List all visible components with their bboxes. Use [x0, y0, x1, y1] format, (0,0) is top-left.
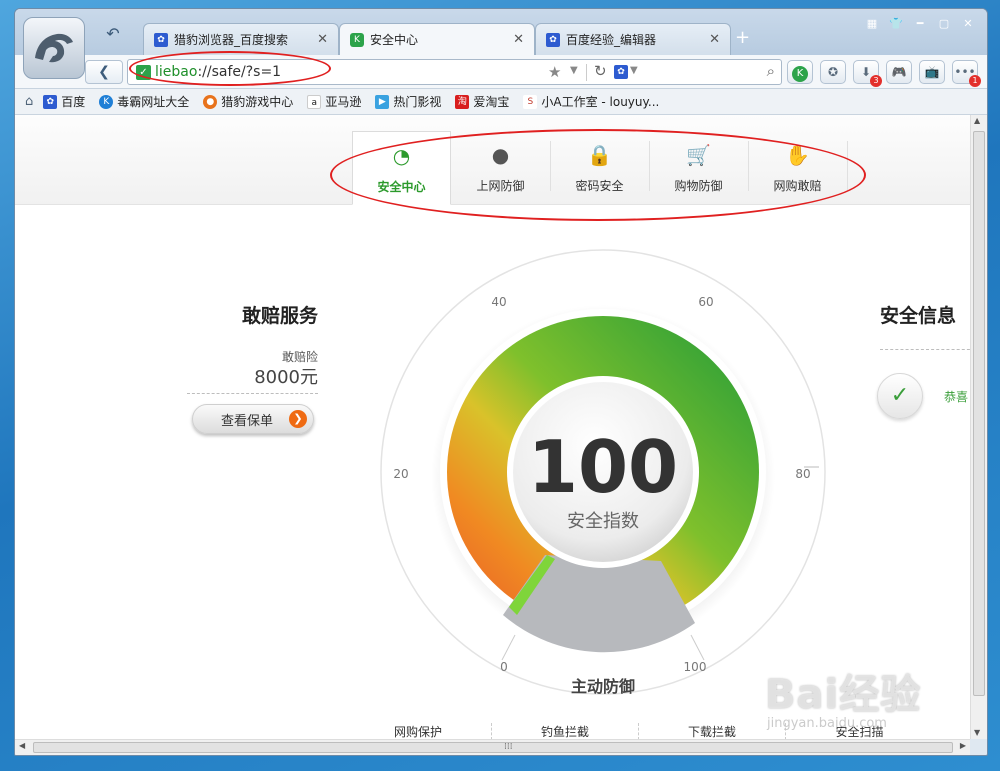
chevron-down-icon[interactable]: ▼ — [630, 65, 638, 76]
home-icon[interactable]: ⌂ — [25, 94, 33, 109]
k-shield-icon: K — [792, 66, 808, 82]
game-button[interactable]: 🎮 — [886, 60, 912, 84]
bookmark-label: 热门影视 — [393, 95, 442, 109]
score-caption: 安全指数 — [567, 511, 639, 532]
menu-badge: 1 — [969, 75, 981, 87]
active-defense-label[interactable]: 主动防御 — [571, 677, 635, 696]
bookmark-label: 毒霸网址大全 — [117, 95, 190, 109]
browser-window: ↶ ✿ 猎豹浏览器_百度搜索 ✕ K 安全中心 ✕ ✿ 百度经验_编辑器 ✕ +… — [14, 8, 988, 756]
tab-baidu-jingyan[interactable]: ✿ 百度经验_编辑器 ✕ — [535, 23, 731, 55]
link-phishing-block[interactable]: 钓鱼拦截 — [492, 723, 639, 739]
baidu-paw-icon: ✿ — [43, 94, 58, 109]
link-shopping-protection[interactable]: 网购保护 — [345, 723, 492, 739]
bookmark-label: 小A工作室 - louyuy... — [541, 95, 660, 109]
tv-button[interactable]: 📺 — [919, 60, 945, 84]
download-button[interactable]: ⬇ 3 — [853, 60, 882, 87]
maximize-button[interactable]: ▢ — [933, 15, 955, 33]
tick-mark — [690, 634, 705, 661]
scroll-up-icon[interactable]: ▲ — [974, 116, 980, 125]
scroll-right-icon[interactable]: ▶ — [960, 741, 966, 750]
tab-label: 猎豹浏览器_百度搜索 — [174, 33, 289, 47]
tab-label: 安全中心 — [370, 33, 419, 47]
security-k-button[interactable]: K — [787, 60, 813, 84]
scroll-thumb[interactable]: ⁞⁞⁞ — [33, 742, 953, 753]
bookmark-item[interactable]: a 亚马逊 — [307, 93, 361, 110]
tick-label: 0 — [500, 660, 508, 674]
close-tab-icon[interactable]: ✕ — [709, 32, 720, 47]
baidu-paw-icon: ✿ — [546, 32, 560, 47]
security-info-message: 恭喜 — [944, 390, 969, 404]
amazon-icon: a — [307, 94, 322, 109]
grid-menu-icon[interactable]: ▦ — [861, 15, 883, 33]
liebao-logo[interactable] — [23, 17, 85, 79]
vertical-scrollbar[interactable]: ▲ ▼ — [970, 115, 987, 739]
chevron-down-icon[interactable]: ▼ — [570, 65, 578, 76]
bookmark-item[interactable]: ▶ 热门影视 — [375, 93, 441, 110]
tab-label: 百度经验_编辑器 — [566, 33, 657, 47]
bookmark-item[interactable]: ● 猎豹游戏中心 — [203, 93, 293, 110]
search-icon[interactable]: ⌕ — [767, 62, 775, 80]
skin-shirt-icon[interactable]: 👕 — [885, 15, 907, 33]
new-tab-button[interactable]: + — [735, 27, 750, 48]
window-controls: ▦ 👕 ━ ▢ ✕ — [861, 15, 979, 33]
bookmark-item[interactable]: ✿ 百度 — [43, 93, 85, 110]
tick-label: 60 — [698, 295, 713, 309]
bookmark-label: 百度 — [61, 95, 86, 109]
tick-label: 80 — [795, 467, 810, 481]
undo-close-tab-icon[interactable]: ↶ — [95, 21, 131, 47]
check-icon: ✓ — [877, 373, 923, 419]
back-button[interactable]: ❮ — [85, 60, 123, 84]
close-tab-icon[interactable]: ✕ — [317, 32, 328, 47]
bookmark-star-icon[interactable]: ★ — [548, 63, 561, 81]
security-score: 100 — [528, 425, 678, 509]
minimize-button[interactable]: ━ — [909, 15, 931, 33]
tick-label: 100 — [684, 660, 707, 674]
scroll-down-icon[interactable]: ▼ — [974, 728, 980, 737]
link-download-block[interactable]: 下载拦截 — [639, 723, 786, 739]
link-security-scan[interactable]: 安全扫描 — [786, 723, 933, 739]
bookmark-label: 亚马逊 — [325, 95, 362, 109]
horizontal-scrollbar[interactable]: ◀ ⁞⁞⁞ ▶ — [15, 739, 970, 755]
tab-security-center[interactable]: K 安全中心 ✕ — [339, 23, 535, 55]
search-engine-baidu-icon[interactable]: ✿ — [614, 65, 628, 79]
game-center-icon: ● — [203, 94, 218, 109]
video-play-icon: ▶ — [375, 94, 390, 109]
scroll-thumb[interactable] — [973, 131, 985, 696]
bookmark-item[interactable]: S 小A工作室 - louyuy... — [523, 93, 659, 110]
feature-links: 网购保护 钓鱼拦截 下载拦截 安全扫描 — [345, 723, 933, 739]
bookmark-item[interactable]: K 毒霸网址大全 — [99, 93, 189, 110]
security-info-title: 安全信息 — [880, 305, 957, 327]
favorites-button[interactable]: ✪ — [820, 60, 846, 84]
refresh-icon[interactable]: ↻ — [594, 62, 607, 80]
close-window-button[interactable]: ✕ — [957, 15, 979, 33]
bookmarks-bar: ⌂ ✿ 百度 K 毒霸网址大全 ● 猎豹游戏中心 a 亚马逊 ▶ 热门影视 淘爱淘宝 S小… — [15, 89, 987, 115]
page-viewport: ◔ 安全中心 ● 上网防御 🔒 密码安全 🛒 购物防御 ✋ 网购敢赔 敢赔服务 … — [15, 115, 970, 739]
bookmark-label: 爱淘宝 — [473, 95, 510, 109]
red-highlight-oval — [129, 51, 331, 86]
tv-icon: 📺 — [924, 65, 940, 79]
grip-icon: ⁞⁞⁞ — [504, 742, 513, 752]
title-bar: ↶ ✿ 猎豹浏览器_百度搜索 ✕ K 安全中心 ✕ ✿ 百度经验_编辑器 ✕ +… — [15, 9, 987, 79]
tick-label: 20 — [393, 467, 408, 481]
leopard-icon — [35, 33, 73, 63]
download-icon: ⬇ — [860, 65, 872, 79]
taobao-icon: 淘 — [455, 94, 470, 109]
studio-s-icon: S — [523, 94, 538, 109]
divider — [880, 349, 970, 350]
bookmark-label: 猎豹游戏中心 — [221, 95, 294, 109]
bookmark-item[interactable]: 淘爱淘宝 — [455, 93, 509, 110]
tick-mark — [501, 634, 516, 661]
tick-label: 40 — [491, 295, 506, 309]
menu-button[interactable]: ••• 1 — [952, 60, 981, 87]
gamepad-icon: 🎮 — [891, 65, 907, 79]
scroll-left-icon[interactable]: ◀ — [19, 741, 25, 750]
red-highlight-oval — [330, 129, 866, 221]
download-badge: 3 — [870, 75, 882, 87]
close-tab-icon[interactable]: ✕ — [513, 32, 524, 47]
shield-k-icon: K — [350, 32, 364, 47]
baidu-paw-icon: ✿ — [154, 32, 168, 47]
duba-k-icon: K — [99, 94, 114, 109]
star-icon: ✪ — [827, 65, 839, 79]
divider — [586, 64, 587, 81]
